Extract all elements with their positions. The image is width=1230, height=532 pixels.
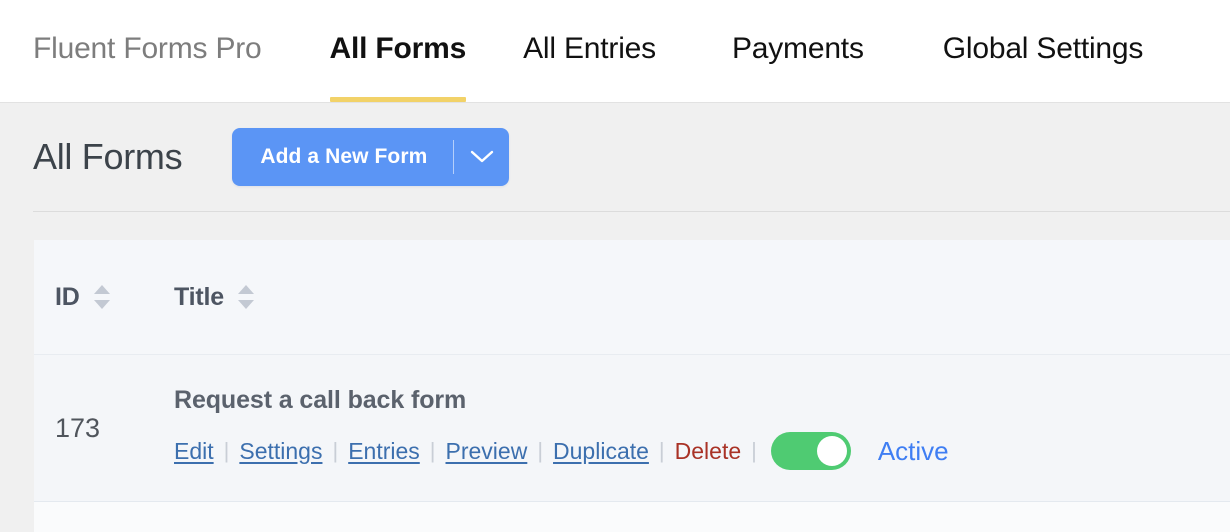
tab-global-settings-label: Global Settings [942, 32, 1144, 65]
add-new-form-dropdown-toggle[interactable] [454, 128, 509, 186]
tab-global-settings[interactable]: Global Settings [942, 0, 1144, 102]
form-status-toggle[interactable] [770, 432, 851, 470]
tab-payments[interactable]: Payments [732, 0, 864, 102]
forms-table: ID Title 173 Request a call back form Ed… [34, 240, 1230, 532]
action-entries[interactable]: Entries [348, 438, 420, 465]
action-separator: | [751, 438, 757, 463]
form-row-actions: Edit | Settings | Entries | Preview | Du… [174, 432, 1230, 470]
action-separator: | [537, 438, 544, 463]
nav-item-list: Fluent Forms Pro All Forms All Entries P… [0, 0, 1230, 102]
action-separator: | [332, 438, 339, 463]
nav-brand-label: Fluent Forms Pro [33, 32, 262, 65]
action-preview[interactable]: Preview [446, 438, 528, 465]
tab-all-forms[interactable]: All Forms [329, 0, 467, 102]
page-header: All Forms Add a New Form [0, 103, 1230, 211]
status-badge: Active [877, 435, 949, 466]
table-row-next-partial [34, 502, 1230, 532]
page-header-divider [33, 211, 1230, 212]
add-new-form-button[interactable]: Add a New Form [232, 128, 453, 186]
tab-all-entries-label: All Entries [523, 32, 656, 65]
form-title: Request a call back form [174, 386, 467, 414]
toggle-knob [816, 436, 847, 466]
page-body: All Forms Add a New Form ID Title 173 Re… [0, 103, 1230, 532]
nav-brand[interactable]: Fluent Forms Pro [33, 0, 262, 102]
active-tab-underline [329, 97, 467, 102]
add-new-form-label: Add a New Form [260, 145, 428, 168]
sort-arrows-icon[interactable] [91, 283, 113, 311]
column-header-id-label: ID [55, 282, 80, 311]
action-separator: | [223, 438, 230, 463]
tab-all-forms-label: All Forms [329, 32, 467, 65]
page-title: All Forms [33, 136, 183, 177]
chevron-down-icon [469, 149, 495, 165]
table-header-row: ID Title [34, 240, 1230, 355]
column-header-title[interactable]: Title [174, 283, 1230, 312]
action-edit[interactable]: Edit [174, 438, 214, 465]
action-delete[interactable]: Delete [675, 438, 741, 465]
tab-all-entries[interactable]: All Entries [523, 0, 656, 102]
action-settings[interactable]: Settings [239, 438, 322, 465]
column-header-title-label: Title [174, 282, 224, 311]
top-navigation-bar: Fluent Forms Pro All Forms All Entries P… [0, 0, 1230, 103]
form-main-cell: Request a call back form Edit | Settings… [174, 386, 1230, 470]
add-new-form-button-group[interactable]: Add a New Form [232, 128, 510, 186]
table-row[interactable]: 173 Request a call back form Edit | Sett… [34, 355, 1230, 502]
column-header-id[interactable]: ID [34, 283, 174, 312]
sort-arrows-icon[interactable] [235, 283, 257, 311]
action-separator: | [429, 438, 436, 463]
tab-payments-label: Payments [731, 32, 864, 65]
form-id: 173 [55, 412, 101, 443]
action-separator: | [658, 438, 665, 463]
action-duplicate[interactable]: Duplicate [553, 438, 649, 465]
